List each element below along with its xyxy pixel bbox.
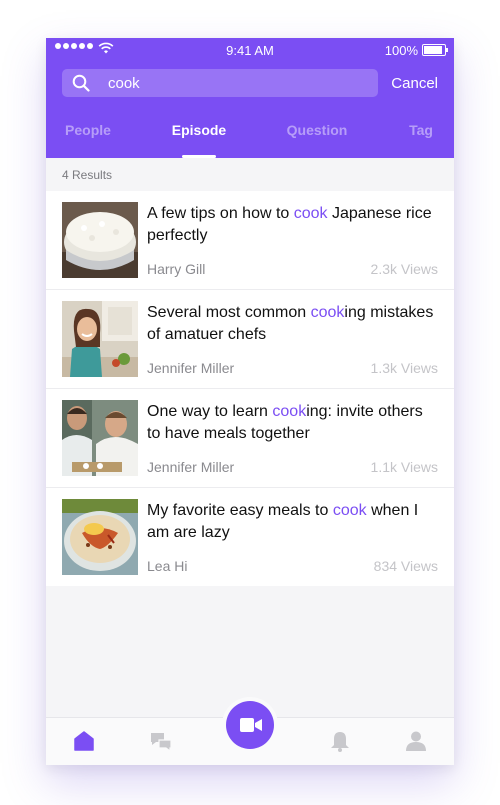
episode-views: 2.3k Views — [370, 261, 438, 277]
search-input[interactable]: cook — [108, 75, 140, 92]
episode-author: Jennifer Miller — [147, 360, 235, 376]
bell-icon[interactable] — [330, 730, 350, 752]
chat-icon[interactable] — [149, 730, 173, 752]
search-icon — [72, 74, 90, 92]
rice-bowl-thumbnail — [62, 202, 138, 278]
episode-author: Harry Gill — [147, 261, 206, 277]
hummus-bowl-thumbnail — [62, 499, 138, 575]
episode-author: Lea Hi — [147, 558, 188, 574]
results-count: 4 Results — [62, 168, 113, 182]
episode-title[interactable]: A few tips on how to cook Japanese rice … — [147, 203, 439, 247]
tab-tag[interactable]: Tag — [409, 122, 433, 138]
home-icon[interactable] — [73, 730, 95, 752]
video-camera-icon — [240, 718, 262, 732]
chefs-cooking-thumbnail — [62, 400, 138, 476]
search-field[interactable]: cook — [62, 69, 378, 97]
episode-title[interactable]: Several most common cooking mistakes of … — [147, 302, 439, 346]
list-item[interactable]: Several most common cooking mistakes of … — [46, 290, 454, 389]
header: 9:41 AM 100% cook Cancel People Episode … — [46, 38, 454, 158]
status-bar: 9:41 AM 100% — [46, 38, 454, 62]
list-item[interactable]: A few tips on how to cook Japanese rice … — [46, 191, 454, 290]
episode-title[interactable]: My favorite easy meals to cook when I am… — [147, 500, 439, 544]
filter-tabs: People Episode Question Tag — [46, 122, 454, 158]
tab-question[interactable]: Question — [287, 122, 348, 138]
list-item[interactable]: One way to learn cooking: invite others … — [46, 389, 454, 488]
episode-author: Jennifer Miller — [147, 459, 235, 475]
tab-episode[interactable]: Episode — [172, 122, 226, 138]
list-item[interactable]: My favorite easy meals to cook when I am… — [46, 488, 454, 586]
active-tab-indicator — [182, 155, 216, 158]
battery-icon — [422, 44, 448, 56]
episode-views: 1.3k Views — [370, 360, 438, 376]
episode-views: 834 Views — [373, 558, 438, 574]
results-list: A few tips on how to cook Japanese rice … — [46, 191, 454, 586]
profile-icon[interactable] — [405, 730, 427, 752]
tab-people[interactable]: People — [65, 122, 111, 138]
record-button[interactable] — [226, 701, 274, 749]
woman-kitchen-thumbnail — [62, 301, 138, 377]
episode-views: 1.1k Views — [370, 459, 438, 475]
cancel-button[interactable]: Cancel — [391, 75, 438, 92]
battery-percent: 100% — [384, 43, 418, 58]
phone-screen: 9:41 AM 100% cook Cancel People Episode … — [46, 38, 454, 765]
episode-title[interactable]: One way to learn cooking: invite others … — [147, 401, 439, 445]
bottom-tab-bar — [46, 701, 454, 765]
